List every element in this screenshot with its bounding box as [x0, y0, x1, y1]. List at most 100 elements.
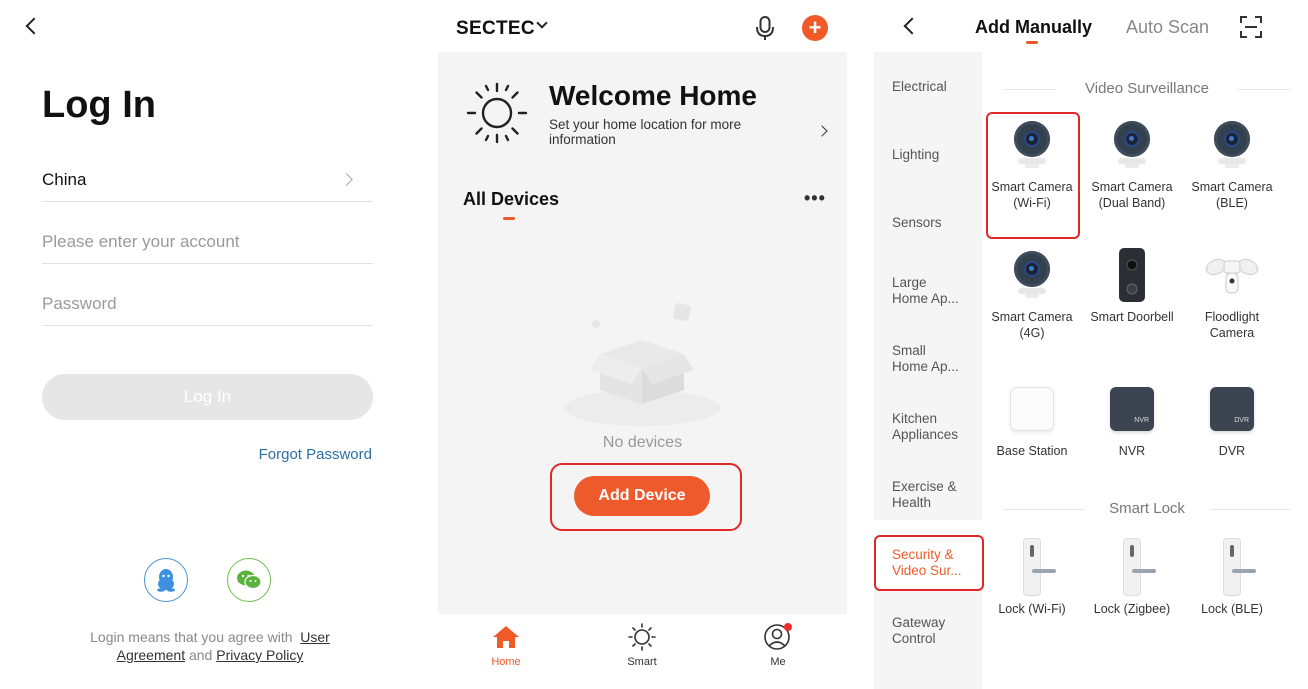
add-button[interactable]: + [802, 15, 828, 41]
password-placeholder: Password [42, 294, 117, 313]
plus-icon: + [808, 15, 822, 40]
lock-icon [1123, 538, 1156, 596]
device-item[interactable]: Smart Camera (Dual Band) [1082, 114, 1182, 211]
home-selector[interactable]: SECTEC [456, 18, 535, 40]
agree-prefix: Login means that you agree with [90, 629, 293, 645]
tab-smart-label: Smart [627, 656, 657, 668]
sun-icon [466, 82, 528, 144]
qq-login-button[interactable] [144, 558, 188, 602]
wechat-icon [237, 570, 262, 590]
tab-me-label: Me [770, 656, 786, 668]
device-item[interactable]: Lock (Zigbee) [1082, 536, 1182, 618]
camera-icon [1012, 121, 1052, 169]
device-item[interactable]: Lock (Wi-Fi) [982, 536, 1082, 618]
back-chevron-icon [903, 17, 921, 35]
section-title: Smart Lock [1109, 500, 1185, 517]
tab-indicator [1026, 41, 1038, 44]
qq-icon [157, 569, 175, 592]
tab-home-label: Home [491, 656, 521, 668]
device-item[interactable]: Smart Camera (Wi-Fi) [982, 114, 1082, 211]
country-selector[interactable]: China [42, 162, 373, 202]
lock-icon [1223, 538, 1256, 596]
microphone-button[interactable] [752, 14, 778, 42]
category-item[interactable]: Large Home Ap... [892, 275, 964, 307]
category-item[interactable]: Sensors [892, 215, 980, 231]
device-item[interactable]: NVR NVR [1082, 378, 1182, 460]
tab-home[interactable]: Home [466, 622, 546, 668]
device-name: Smart Camera (4G) [991, 310, 1073, 340]
category-item[interactable]: Exercise & Health [892, 479, 964, 511]
tab-me[interactable]: Me [738, 622, 818, 668]
device-item[interactable]: Smart Camera (BLE) [1182, 114, 1282, 211]
chevron-right-icon [340, 173, 353, 186]
password-input[interactable]: Password [42, 286, 373, 326]
device-name: DVR [1218, 444, 1246, 458]
account-input[interactable]: Please enter your account [42, 224, 373, 264]
device-name: Lock (BLE) [1201, 602, 1263, 616]
device-item[interactable]: Lock (BLE) [1182, 536, 1282, 618]
scan-icon[interactable] [1240, 16, 1262, 38]
home-icon [493, 626, 519, 648]
device-name: Lock (Wi-Fi) [998, 602, 1066, 616]
all-devices-tab[interactable]: All Devices [463, 189, 559, 210]
category-sidebar: Electrical Lighting Sensors Large Home A… [874, 52, 984, 689]
section-title: Video Surveillance [1085, 80, 1209, 97]
more-options-icon[interactable]: ••• [804, 188, 826, 209]
device-item[interactable]: DVR DVR [1182, 378, 1282, 460]
device-item[interactable]: Smart Camera (4G) [982, 244, 1082, 341]
tab-smart[interactable]: Smart [602, 622, 682, 668]
dvr-box-label: DVR [1234, 416, 1249, 424]
category-item[interactable]: Lighting [892, 147, 980, 163]
wechat-login-button[interactable] [227, 558, 271, 602]
login-screen: Log In China Please enter your account P… [0, 0, 420, 689]
back-button[interactable] [20, 14, 44, 38]
tab-auto-scan[interactable]: Auto Scan [1126, 17, 1209, 38]
account-placeholder: Please enter your account [42, 232, 240, 251]
divider [1004, 89, 1056, 90]
category-item[interactable]: Kitchen Appliances [892, 411, 964, 443]
add-device-screen: Add Manually Auto Scan Electrical Lighti… [874, 0, 1308, 689]
tab-indicator [503, 217, 515, 220]
category-item[interactable]: Gateway Control [892, 615, 964, 647]
divider [1004, 509, 1084, 510]
nvr-box-label: NVR [1134, 416, 1149, 424]
country-value: China [42, 170, 87, 189]
nvr-icon: NVR [1110, 387, 1154, 431]
tab-add-manually[interactable]: Add Manually [975, 17, 1092, 38]
device-item[interactable]: Floodlight Camera [1182, 244, 1282, 341]
device-name: Lock (Zigbee) [1093, 602, 1171, 616]
sun-icon [628, 623, 656, 651]
device-name: Smart Doorbell [1090, 310, 1174, 324]
profile-icon [764, 623, 792, 650]
microphone-icon [756, 16, 774, 40]
welcome-title: Welcome Home [549, 80, 757, 111]
welcome-subtitle: Set your home location for more informat… [549, 117, 742, 147]
device-name: NVR [1118, 444, 1146, 458]
section-header: Smart Lock [1004, 500, 1290, 517]
dvr-icon: DVR [1210, 387, 1254, 431]
agree-and: and [188, 647, 213, 663]
lock-icon [1023, 538, 1056, 596]
camera-icon [1212, 121, 1252, 169]
device-item[interactable]: Base Station [982, 378, 1082, 460]
device-name: Smart Camera (BLE) [1191, 180, 1273, 210]
highlight-outline [874, 535, 984, 591]
privacy-policy-link[interactable]: Privacy Policy [216, 647, 303, 663]
page-title: Log In [42, 84, 156, 126]
login-button[interactable]: Log In [42, 374, 373, 420]
back-chevron-icon [25, 17, 43, 35]
category-item[interactable]: Small Home Ap... [892, 343, 964, 375]
bottom-tab-bar: Home Smart Me [438, 614, 847, 689]
section-header: Video Surveillance [1004, 80, 1290, 97]
device-name: Floodlight Camera [1204, 310, 1260, 340]
divider [1238, 89, 1290, 90]
forgot-password-link[interactable]: Forgot Password [259, 446, 372, 463]
device-name: Smart Camera (Wi-Fi) [991, 180, 1073, 210]
doorbell-icon [1119, 248, 1145, 302]
category-item[interactable]: Electrical [892, 79, 980, 95]
device-item[interactable]: Smart Doorbell [1082, 244, 1182, 326]
base-station-icon [1010, 387, 1054, 431]
camera-icon [1012, 251, 1052, 299]
add-device-button[interactable]: Add Device [574, 476, 710, 516]
back-button[interactable] [898, 14, 922, 38]
